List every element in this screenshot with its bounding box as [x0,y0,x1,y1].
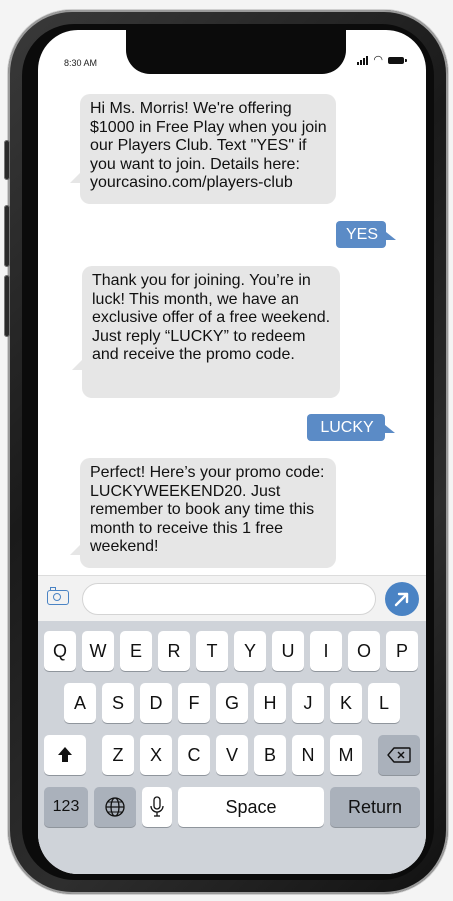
key-x[interactable]: X [140,735,172,775]
volume-down-button [4,275,10,337]
bubble-tail [72,360,82,370]
globe-icon [105,797,125,817]
battery-icon [388,56,407,64]
key-y[interactable]: Y [234,631,266,671]
backspace-key[interactable] [378,735,420,775]
key-a[interactable]: A [64,683,96,723]
key-e[interactable]: E [120,631,152,671]
key-r[interactable]: R [158,631,190,671]
notch [126,30,346,74]
key-p[interactable]: P [386,631,418,671]
status-time: 8:30 AM [64,58,98,68]
message-outgoing: YES [336,221,386,248]
send-button[interactable] [385,582,419,616]
volume-up-button [4,205,10,267]
message-outgoing: LUCKY [307,414,385,441]
key-v[interactable]: V [216,735,248,775]
key-o[interactable]: O [348,631,380,671]
key-t[interactable]: T [196,631,228,671]
key-j[interactable]: J [292,683,324,723]
key-z[interactable]: Z [102,735,134,775]
globe-key[interactable] [94,787,136,827]
return-key[interactable]: Return [330,787,420,827]
wifi-icon: ◠ [373,54,383,66]
key-b[interactable]: B [254,735,286,775]
numbers-key[interactable]: 123 [44,787,88,827]
mute-switch [4,140,10,180]
arrow-up-right-icon [394,592,409,607]
shift-key[interactable] [44,735,86,775]
bubble-tail [70,545,80,555]
key-w[interactable]: W [82,631,114,671]
phone-screen: 8:30 AM ◠ Hi Ms. Morris! We're offering … [38,30,426,874]
key-f[interactable]: F [178,683,210,723]
key-c[interactable]: C [178,735,210,775]
key-l[interactable]: L [368,683,400,723]
key-i[interactable]: I [310,631,342,671]
space-key[interactable]: Space [178,787,324,827]
shift-arrow-icon [58,747,72,762]
bubble-tail [70,173,80,183]
key-h[interactable]: H [254,683,286,723]
key-q[interactable]: Q [44,631,76,671]
key-u[interactable]: U [272,631,304,671]
key-m[interactable]: M [330,735,362,775]
key-g[interactable]: G [216,683,248,723]
message-input-bar [38,575,426,622]
key-s[interactable]: S [102,683,134,723]
message-input[interactable] [82,583,376,615]
status-icons: ◠ [357,54,407,66]
camera-icon[interactable] [46,586,70,607]
microphone-icon [150,796,164,817]
mic-key[interactable] [142,787,172,827]
bubble-tail [386,232,396,240]
signal-icon [357,55,369,65]
backspace-icon [387,747,411,763]
keyboard: Q W E R T Y U I O P A S D F G H J K L Z … [38,621,426,874]
message-incoming: Hi Ms. Morris! We're offering $1000 in F… [80,94,336,204]
message-incoming: Thank you for joining. You’re in luck! T… [82,266,340,398]
bubble-tail [385,425,395,433]
key-n[interactable]: N [292,735,324,775]
key-k[interactable]: K [330,683,362,723]
key-d[interactable]: D [140,683,172,723]
message-incoming: Perfect! Here’s your promo code: LUCKYWE… [80,458,336,568]
